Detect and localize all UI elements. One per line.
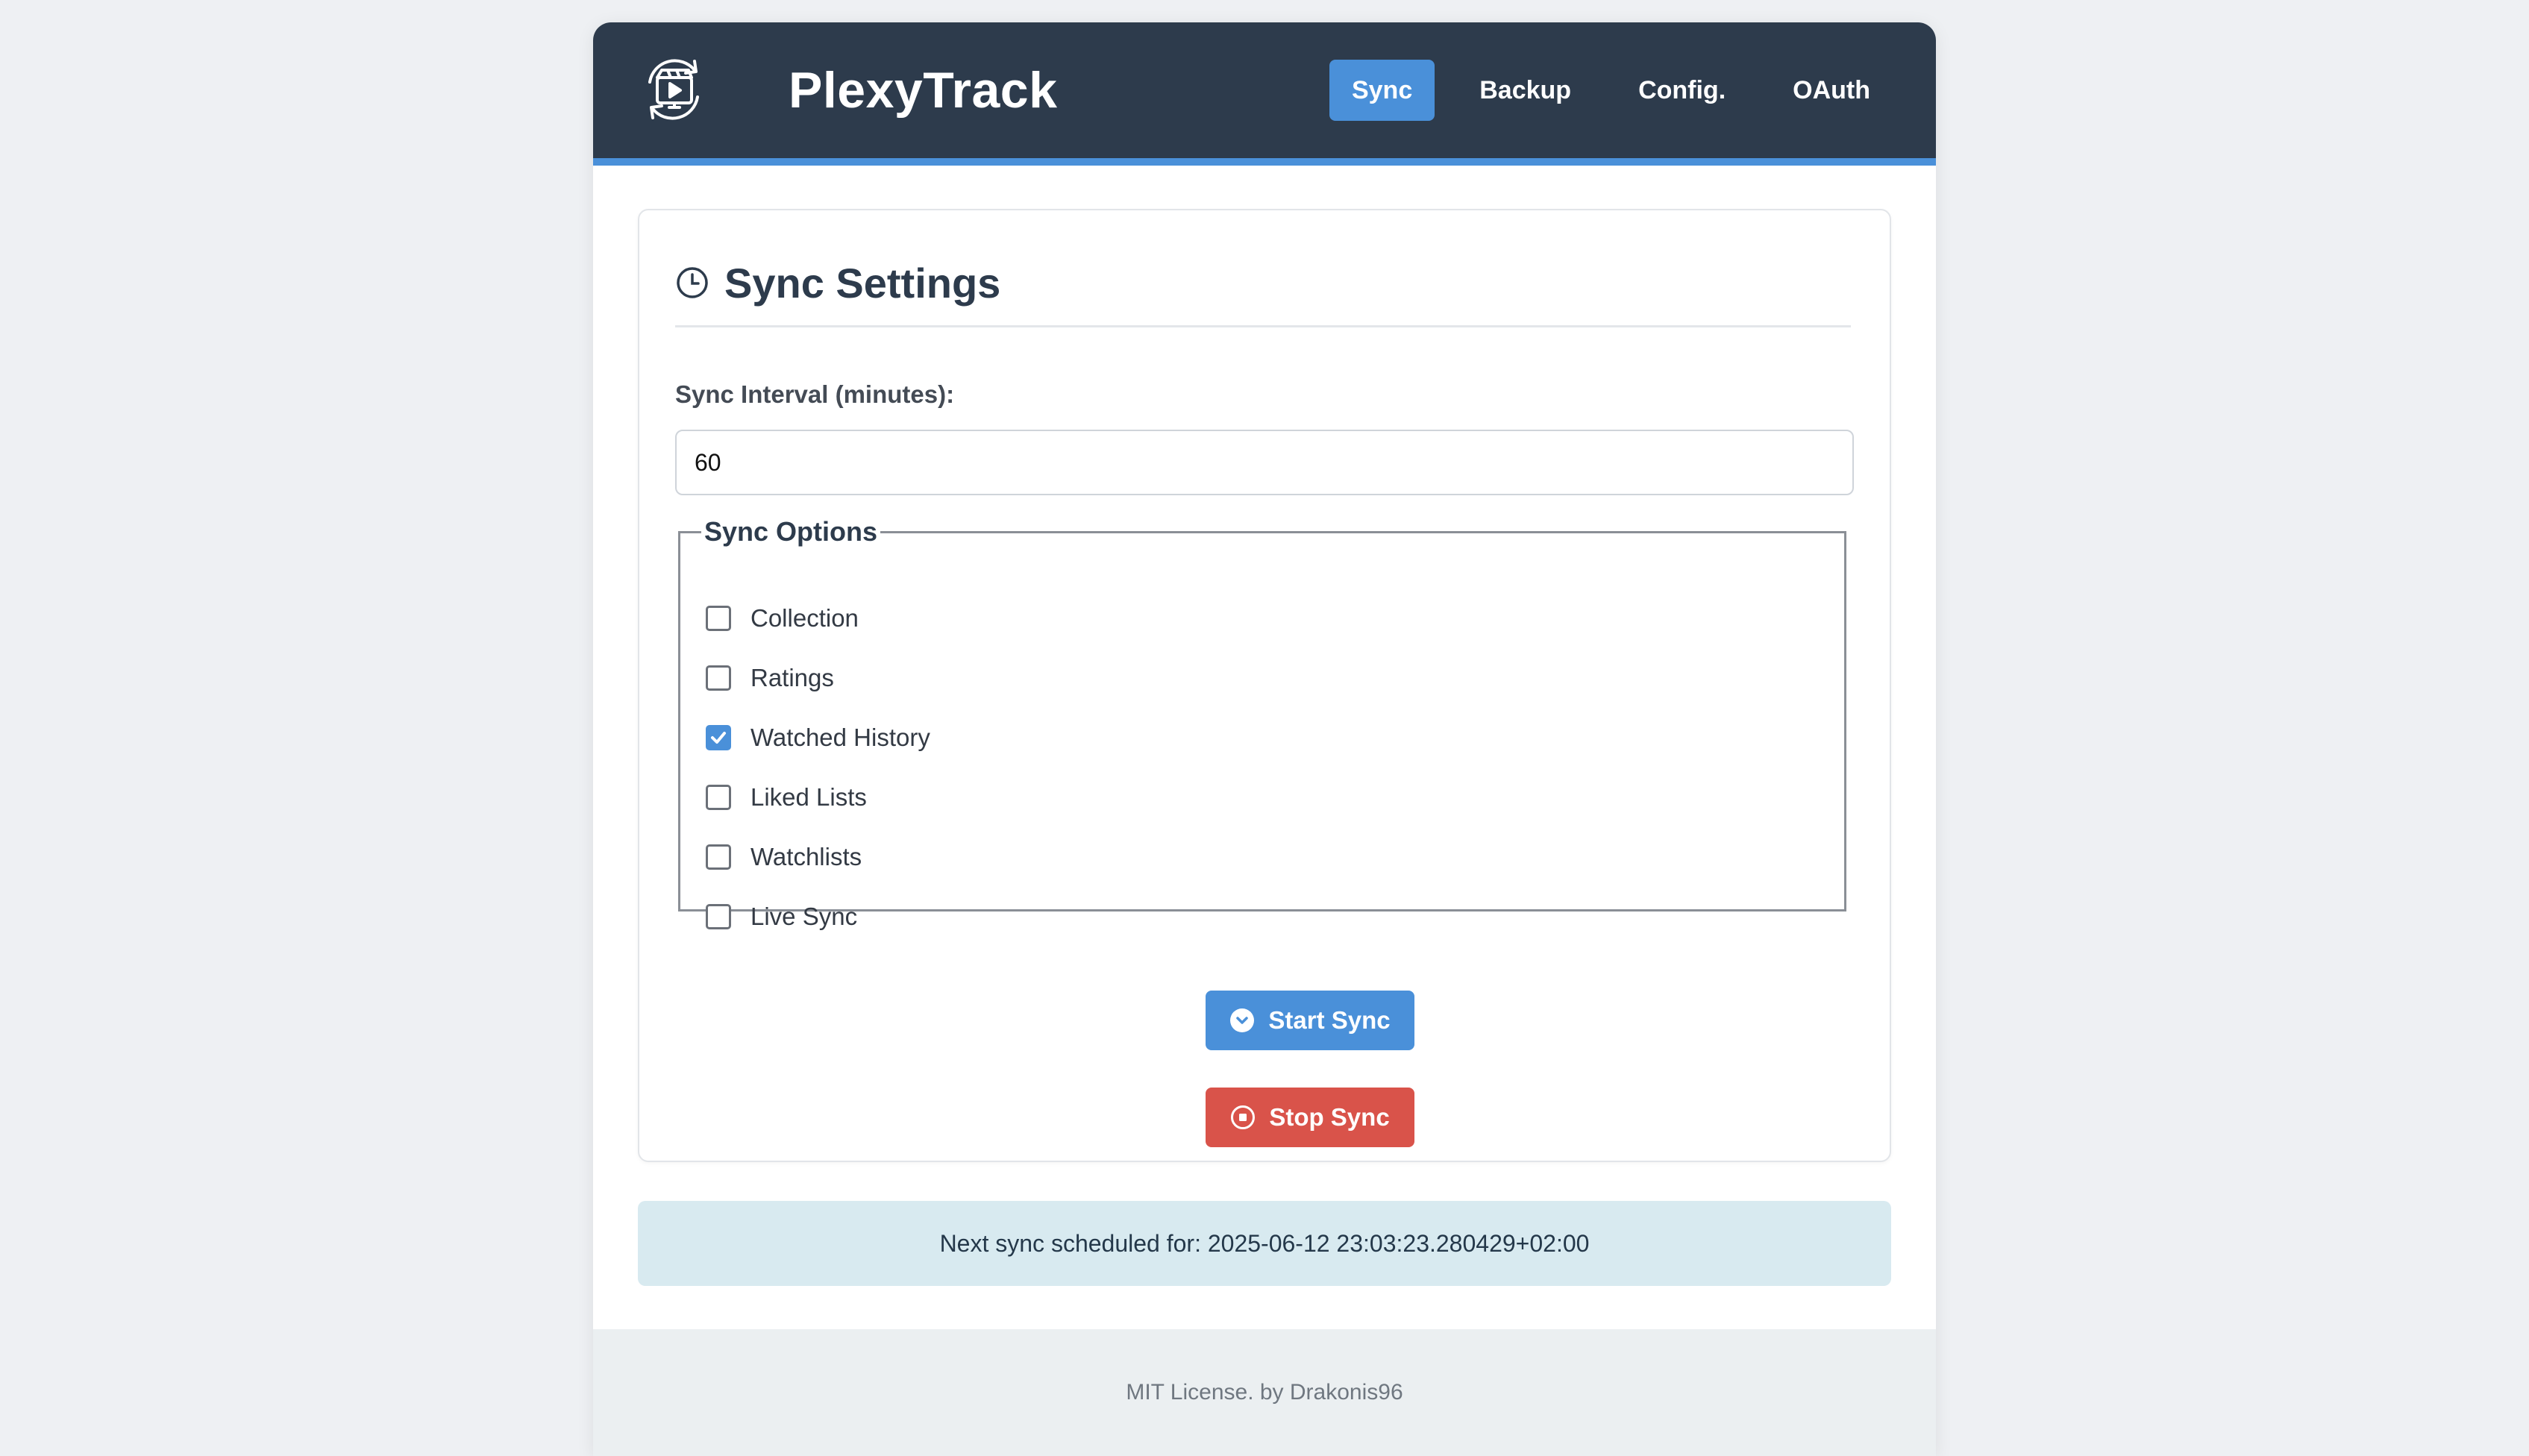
sync-options-legend: Sync Options xyxy=(704,516,878,547)
checkbox[interactable] xyxy=(706,904,731,929)
nav-oauth[interactable]: OAuth xyxy=(1770,60,1893,121)
header-bar: PlexyTrack Sync Backup Config. OAuth xyxy=(593,22,1936,166)
nav-config[interactable]: Config. xyxy=(1616,60,1748,121)
option-watchlists[interactable]: Watchlists xyxy=(706,842,862,872)
app-container: PlexyTrack Sync Backup Config. OAuth Syn… xyxy=(593,22,1936,1456)
sync-settings-card: Sync Settings Sync Interval (minutes): S… xyxy=(638,209,1891,1162)
option-liked-lists[interactable]: Liked Lists xyxy=(706,782,867,812)
card-title-text: Sync Settings xyxy=(724,259,1001,307)
checkbox[interactable] xyxy=(706,844,731,870)
sync-video-icon[interactable] xyxy=(636,52,711,127)
option-label: Ratings xyxy=(750,664,834,691)
interval-input[interactable] xyxy=(675,430,1854,495)
option-label: Collection xyxy=(750,604,859,632)
next-sync-notice: Next sync scheduled for: 2025-06-12 23:0… xyxy=(638,1201,1891,1286)
stop-sync-button[interactable]: Stop Sync xyxy=(1206,1088,1414,1147)
option-label: Watchlists xyxy=(750,843,862,870)
clock-icon xyxy=(677,267,708,298)
card-title: Sync Settings xyxy=(675,248,1851,327)
start-sync-button[interactable]: Start Sync xyxy=(1206,991,1414,1050)
option-collection[interactable]: Collection xyxy=(706,603,859,633)
stop-sync-label: Stop Sync xyxy=(1269,1103,1390,1131)
option-ratings[interactable]: Ratings xyxy=(706,663,834,693)
main-nav: Sync Backup Config. OAuth xyxy=(1307,60,1893,121)
option-watched-history[interactable]: Watched History xyxy=(706,723,930,753)
chevron-down-circle-icon xyxy=(1230,1008,1255,1032)
footer-text: MIT License. by Drakonis96 xyxy=(1126,1380,1403,1405)
start-sync-label: Start Sync xyxy=(1268,1006,1391,1034)
checkbox-checked[interactable] xyxy=(706,725,731,750)
checkbox[interactable] xyxy=(706,665,731,691)
check-icon xyxy=(711,732,726,744)
option-label: Liked Lists xyxy=(750,783,867,811)
option-live-sync[interactable]: Live Sync xyxy=(706,902,857,932)
option-label: Watched History xyxy=(750,724,930,751)
footer: MIT License. by Drakonis96 xyxy=(593,1329,1936,1456)
checkbox[interactable] xyxy=(706,606,731,631)
app-title: PlexyTrack xyxy=(789,62,1058,119)
interval-label: Sync Interval (minutes): xyxy=(675,380,955,408)
sync-options-group: Sync Options Collection Ratings Watched … xyxy=(678,516,1846,930)
stop-circle-icon xyxy=(1231,1105,1256,1129)
checkbox[interactable] xyxy=(706,785,731,810)
nav-backup[interactable]: Backup xyxy=(1457,60,1593,121)
option-label: Live Sync xyxy=(750,903,858,930)
nav-sync[interactable]: Sync xyxy=(1329,60,1435,121)
